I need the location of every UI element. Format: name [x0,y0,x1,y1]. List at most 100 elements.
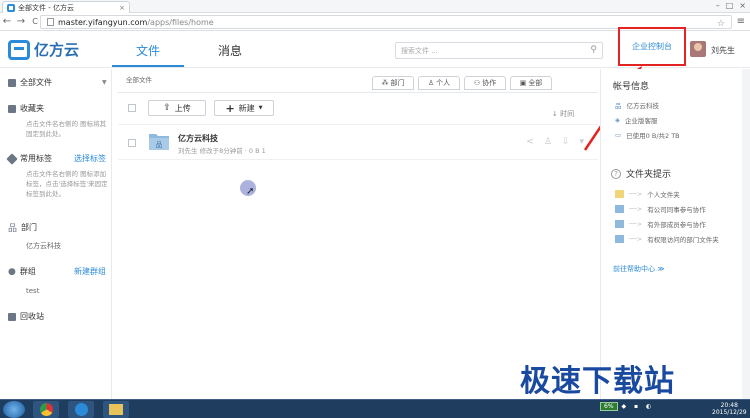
tip-row: ──> 个人文件夹 [615,189,680,199]
explorer-taskbar-icon[interactable] [103,401,129,418]
console-label: 企业控制台 [632,42,672,51]
tab-title: 全部文件 - 亿方云 [18,3,74,12]
storage-row: ▭ 已使用0 B/共2 TB [615,130,680,140]
close-window-icon[interactable]: × [739,1,746,10]
sidebar-item-recycle[interactable]: 回收站 [8,311,44,322]
tip-label: 个人文件夹 [647,191,680,199]
department-folder-icon: 品 [149,134,169,150]
tip-arrow: ──> [629,190,643,198]
watermark-text: 极速下载站 [520,364,675,399]
mouse-pointer-icon: ➚ [246,186,255,197]
folder-tips-title: ? 文件夹提示 [611,167,671,180]
filter-label: 协作 [482,79,497,87]
avatar[interactable] [690,41,706,57]
taskbar: 6% ◆ ▪ ◐ 20:48 2015/12/29 [0,399,750,418]
filter-tab-personal[interactable]: ♙ 个人 [418,76,460,90]
sidebar-label: 部门 [21,223,38,232]
edition-label: 企业版客服 [625,117,658,125]
sidebar-item-tags[interactable]: 常用标签 [6,152,52,165]
tip-label: 有外部成员参与协作 [647,221,706,229]
group-item[interactable]: test [26,287,39,295]
upload-button[interactable]: ⇪ 上传 [148,100,206,116]
tray-icons[interactable]: ◆ ▪ ◐ [622,403,655,410]
battery-indicator[interactable]: 6% [600,402,618,411]
browser-tab-bar: 全部文件 - 亿方云 × – □ × [0,0,750,13]
group-icon: ● [8,266,16,277]
help-center-link[interactable]: 前往帮助中心 ≫ [613,264,665,274]
plus-icon: + [225,101,235,115]
more-icon[interactable]: ▾ [579,137,584,147]
filter-label: 部门 [390,79,405,87]
file-toolbar: ⇪ 上传 + 新建 ▼ [118,92,598,122]
minimize-icon[interactable]: – [716,1,720,10]
share-icon[interactable]: < [526,137,534,147]
download-icon[interactable]: ⇩ [562,137,570,147]
nav-tab-messages[interactable]: 消息 [218,42,242,59]
filter-tab-departments[interactable]: ⁂ 部门 [372,76,414,90]
browser-menu-icon[interactable]: ≡ [737,16,745,27]
select-all-checkbox[interactable] [128,104,136,112]
scrollbar[interactable] [742,69,750,399]
filter-tab-collab[interactable]: ⚇ 协作 [464,76,506,90]
sidebar: 全部文件 ▼ 收藏夹 点击文件名右侧的 图标将其固定到此处。 常用标签 选择标签… [0,69,112,399]
filter-label: 全部 [528,79,543,87]
sort-by-time[interactable]: ↓ 时间 [552,109,574,119]
svg-text:品: 品 [156,141,163,149]
new-button[interactable]: + 新建 ▼ [214,100,274,116]
tab-favicon-icon [7,3,15,12]
browser-tab[interactable]: 全部文件 - 亿方云 × [2,1,130,13]
person-icon: ♙ [427,79,435,87]
company-row: 品 亿方云科技 [615,100,659,110]
company-name: 亿方云科技 [626,102,660,110]
maximize-icon[interactable]: □ [726,1,734,10]
sidebar-label: 群组 [19,267,36,276]
search-placeholder: 搜索文件 ... [401,46,438,55]
active-tab-indicator [112,65,184,67]
back-icon[interactable]: ← [0,16,14,27]
new-group-link[interactable]: 新建群组 [74,266,106,277]
app-taskbar-icon[interactable] [68,401,94,418]
filter-tab-all[interactable]: ▣ 全部 [510,76,552,90]
select-tags-link[interactable]: 选择标签 [74,153,106,164]
breadcrumb[interactable]: 全部文件 [126,74,152,84]
search-icon[interactable]: ⚲ [590,45,597,55]
start-button[interactable] [3,401,25,418]
edition-row: ◈ 企业版客服 [615,115,658,125]
tip-row: ──> 有权限访问的部门文件夹 [615,234,719,244]
external-folder-icon [615,220,624,228]
personal-folder-icon [615,190,624,198]
tab-close-icon[interactable]: × [119,4,125,12]
chevron-down-icon[interactable]: ▼ [102,79,107,86]
upload-icon: ⇪ [163,103,171,113]
sidebar-item-departments[interactable]: 品 部门 [8,221,37,234]
org-chart-icon: ⁂ [381,79,389,87]
chrome-taskbar-icon[interactable] [33,401,59,418]
search-input[interactable]: 搜索文件 ... ⚲ [395,42,603,59]
url-path: /apps/files/home [147,17,214,27]
brand-name: 亿方云 [34,41,80,59]
sidebar-label: 常用标签 [20,154,52,163]
filter-tabs: ⁂ 部门 ♙ 个人 ⚇ 协作 ▣ 全部 [372,76,552,90]
clock[interactable]: 20:48 2015/12/29 [712,402,747,416]
username[interactable]: 刘先生 [711,45,735,56]
forward-icon[interactable]: → [14,16,28,27]
sidebar-label: 回收站 [20,312,44,321]
bookmark-icon [8,104,16,113]
bookmark-star-icon[interactable]: ☆ [717,19,725,29]
nav-tab-files[interactable]: 文件 [128,42,168,59]
sidebar-label: 收藏夹 [20,104,44,113]
row-checkbox[interactable] [128,139,136,147]
brand-logo[interactable]: 亿方云 [8,39,79,60]
system-tray: 6% ◆ ▪ ◐ [600,402,654,411]
sidebar-label: 全部文件 [20,78,52,87]
sidebar-item-all-files[interactable]: 全部文件 ▼ [8,77,107,88]
s-app-icon [75,403,88,416]
table-row[interactable]: 品 亿方云科技 刘先生 修改于8分钟前 · 0 B 1 < ♙ ⇩ ▾ [118,124,598,160]
department-item[interactable]: 亿方云科技 [26,241,61,251]
file-name[interactable]: 亿方云科技 [178,133,218,144]
question-icon: ? [611,168,621,179]
enterprise-console-link[interactable]: 企业控制台 [618,27,686,66]
sidebar-item-favorites[interactable]: 收藏夹 [8,103,44,114]
sidebar-item-groups[interactable]: ● 群组 [8,266,36,277]
collab-icon[interactable]: ♙ [544,137,552,147]
